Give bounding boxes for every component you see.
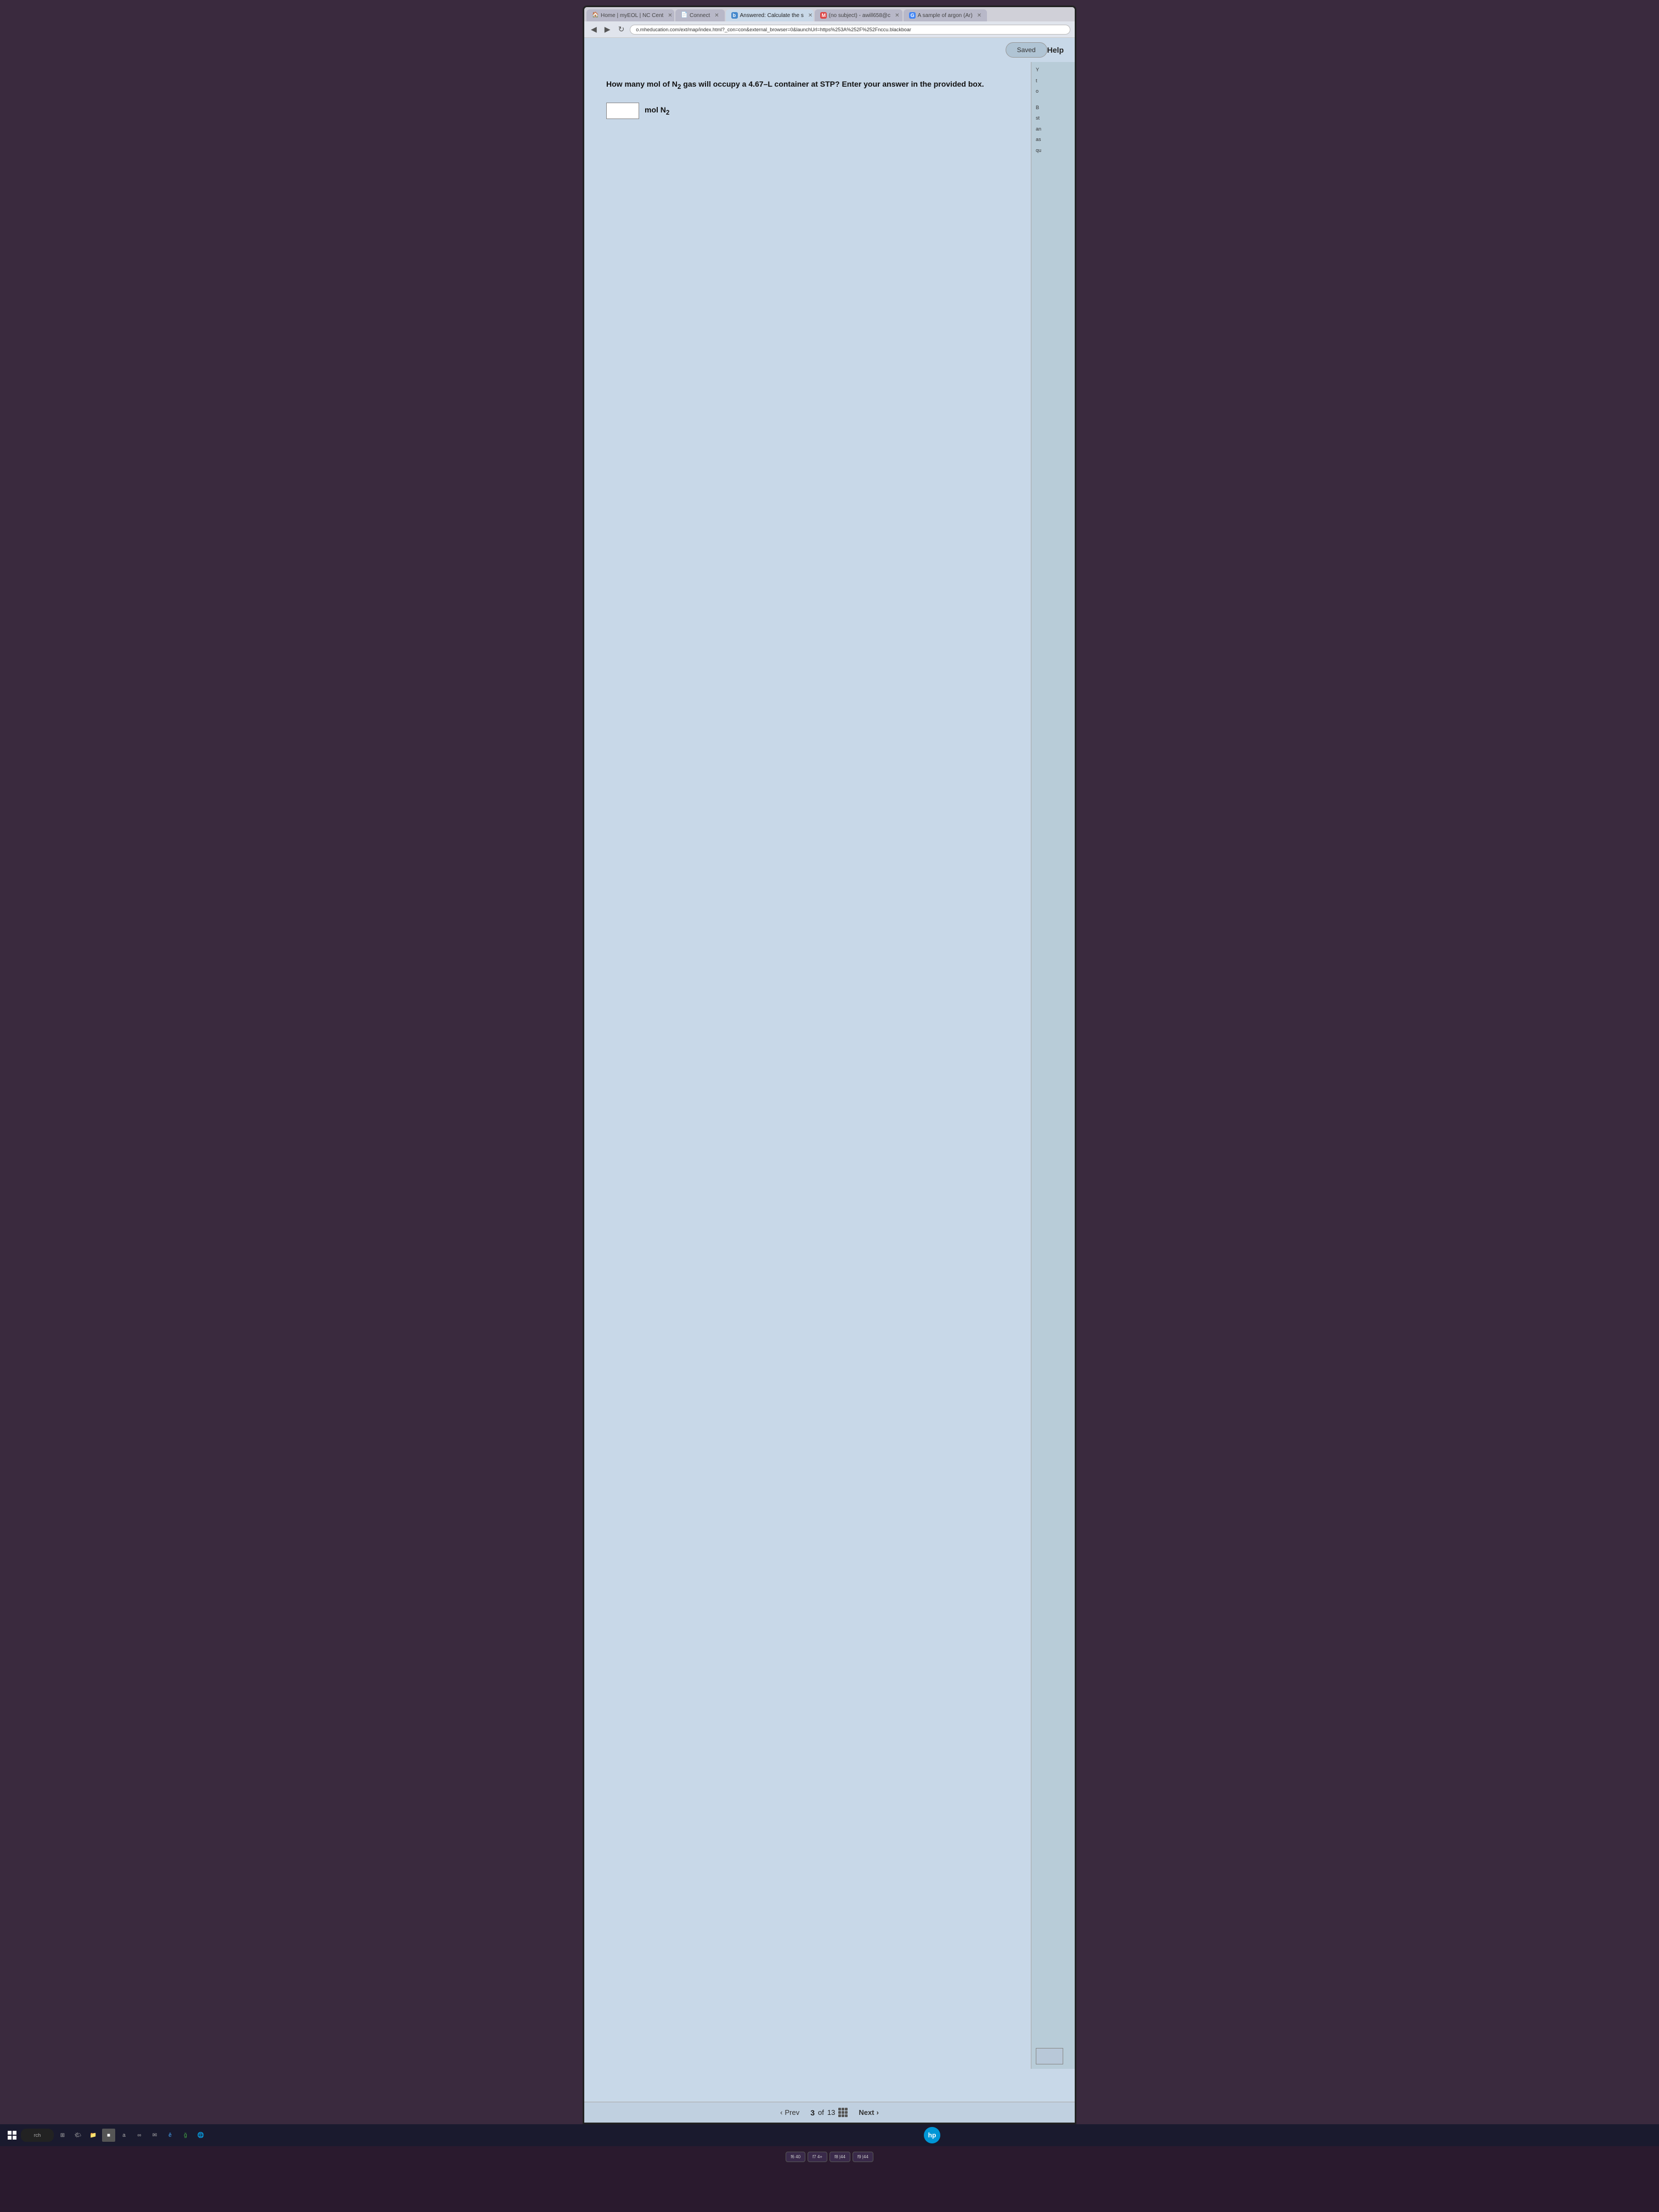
- edge-icon[interactable]: 🌐: [194, 2129, 207, 2142]
- tab-email-label: (no subject) - awill658@c: [829, 13, 890, 19]
- side-panel-t: t: [1036, 77, 1070, 85]
- saved-button[interactable]: Saved: [1006, 42, 1047, 58]
- store-icon[interactable]: ■: [102, 2129, 115, 2142]
- question-part2: gas will occupy a 4.67–L container at ST…: [681, 80, 984, 88]
- hp-label: hp: [928, 2131, 936, 2139]
- nav-footer: ‹ Prev 3 of 13 Next ›: [584, 2102, 1075, 2123]
- side-panel-an: an: [1036, 126, 1070, 133]
- key-f9: f9 |44: [853, 2152, 873, 2162]
- taskbar-center: hp: [211, 2127, 1654, 2143]
- email-favicon: M: [820, 12, 827, 19]
- saved-button-container: Saved: [1006, 42, 1047, 58]
- of-label: of: [818, 2108, 824, 2117]
- answer-row: mol N2: [606, 103, 1053, 119]
- grid-icon[interactable]: [838, 2108, 848, 2117]
- reload-button[interactable]: ↻: [616, 24, 627, 35]
- total-pages: 13: [827, 2108, 835, 2117]
- search-bar[interactable]: rch: [21, 2129, 54, 2142]
- side-panel-as: as: [1036, 136, 1070, 144]
- tab-email-close[interactable]: ✕: [895, 13, 899, 19]
- search-label: rch: [34, 2132, 41, 2138]
- text-editor-icon[interactable]: a: [117, 2129, 131, 2142]
- prev-label: Prev: [785, 2108, 799, 2117]
- browser-content: Saved Help How many mol of N2 gas will o…: [584, 38, 1075, 2123]
- next-button[interactable]: Next ›: [859, 2108, 879, 2117]
- address-bar[interactable]: o.mheducation.com/ext/map/index.html?_co…: [630, 25, 1070, 35]
- question-part1: How many mol of N: [606, 80, 678, 88]
- browser-chrome: 🏠 Home | myEOL | NC Cent ✕ 📄 Connect ✕ b…: [584, 7, 1075, 38]
- browser-icon2[interactable]: ğ: [179, 2129, 192, 2142]
- current-page: 3: [810, 2108, 815, 2117]
- content-inner: How many mol of N2 gas will occupy a 4.6…: [584, 62, 1075, 2102]
- key-f8: f8 |44: [830, 2152, 850, 2162]
- keyboard-row: f6 40 f7 4+ f8 |44 f9 |44: [786, 2152, 873, 2162]
- answer-input[interactable]: [606, 103, 639, 119]
- side-panel-box: [1036, 2048, 1063, 2064]
- side-panel-st: st: [1036, 115, 1070, 122]
- side-panel-qu: qu: [1036, 147, 1070, 155]
- forward-button[interactable]: ▶: [602, 24, 613, 35]
- taskbar: rch ⊞ 🌤 📁 ■ a ∞ ✉ ê ğ 🌐 hp: [0, 2124, 1659, 2146]
- tab-argon[interactable]: G A sample of argon (Ar) ✕: [904, 9, 987, 21]
- weather-icon[interactable]: 🌤: [71, 2129, 84, 2142]
- back-button[interactable]: ◀: [589, 24, 599, 35]
- home-favicon: 🏠: [592, 12, 599, 19]
- answered-favicon: b: [731, 12, 738, 19]
- tab-answered[interactable]: b Answered: Calculate the s ✕: [726, 9, 814, 21]
- side-panel-o: o: [1036, 88, 1070, 95]
- tab-connect-label: Connect: [690, 13, 710, 19]
- prev-button[interactable]: ‹ Prev: [780, 2108, 799, 2117]
- tab-home-label: Home | myEOL | NC Cent: [601, 13, 663, 19]
- keyboard-area: f6 40 f7 4+ f8 |44 f9 |44: [0, 2146, 1659, 2212]
- tab-answered-close[interactable]: ✕: [808, 13, 812, 19]
- unit-label: mol N2: [645, 105, 669, 116]
- tab-answered-label: Answered: Calculate the s: [740, 13, 804, 19]
- task-view-button[interactable]: ⊞: [56, 2129, 69, 2142]
- browser-icon1[interactable]: ê: [163, 2129, 177, 2142]
- tab-bar: 🏠 Home | myEOL | NC Cent ✕ 📄 Connect ✕ b…: [584, 7, 1075, 21]
- prev-chevron-icon: ‹: [780, 2108, 782, 2117]
- question-area: How many mol of N2 gas will occupy a 4.6…: [584, 62, 1075, 136]
- address-bar-row: ◀ ▶ ↻ o.mheducation.com/ext/map/index.ht…: [584, 21, 1075, 38]
- tab-connect-close[interactable]: ✕: [714, 13, 719, 19]
- side-panel-b: B: [1036, 104, 1070, 112]
- connect-favicon: 📄: [681, 12, 687, 19]
- infinity-icon[interactable]: ∞: [133, 2129, 146, 2142]
- tab-home-close[interactable]: ✕: [668, 13, 672, 19]
- side-panel: Y t o B st an as qu: [1031, 62, 1075, 2069]
- toolbar-right: Help: [1047, 46, 1064, 54]
- key-f6: f6 40: [786, 2152, 805, 2162]
- tab-email[interactable]: M (no subject) - awill658@c ✕: [815, 9, 902, 21]
- tab-argon-close[interactable]: ✕: [977, 13, 981, 19]
- windows-start-button[interactable]: [5, 2129, 19, 2142]
- mail-icon[interactable]: ✉: [148, 2129, 161, 2142]
- next-chevron-icon: ›: [877, 2108, 879, 2117]
- argon-favicon: G: [909, 12, 916, 19]
- taskbar-left: rch ⊞ 🌤 📁 ■ a ∞ ✉ ê ğ 🌐: [5, 2129, 207, 2142]
- tab-connect[interactable]: 📄 Connect ✕: [675, 9, 725, 21]
- page-indicator: 3 of 13: [810, 2108, 848, 2117]
- hp-logo: hp: [924, 2127, 940, 2143]
- tab-home[interactable]: 🏠 Home | myEOL | NC Cent ✕: [586, 9, 674, 21]
- help-button[interactable]: Help: [1047, 46, 1064, 54]
- side-panel-y: Y: [1036, 66, 1070, 74]
- key-f7: f7 4+: [808, 2152, 827, 2162]
- question-text: How many mol of N2 gas will occupy a 4.6…: [606, 78, 990, 92]
- next-label: Next: [859, 2108, 874, 2117]
- files-icon[interactable]: 📁: [87, 2129, 100, 2142]
- content-toolbar: Saved Help: [584, 38, 1075, 62]
- tab-argon-label: A sample of argon (Ar): [918, 13, 973, 19]
